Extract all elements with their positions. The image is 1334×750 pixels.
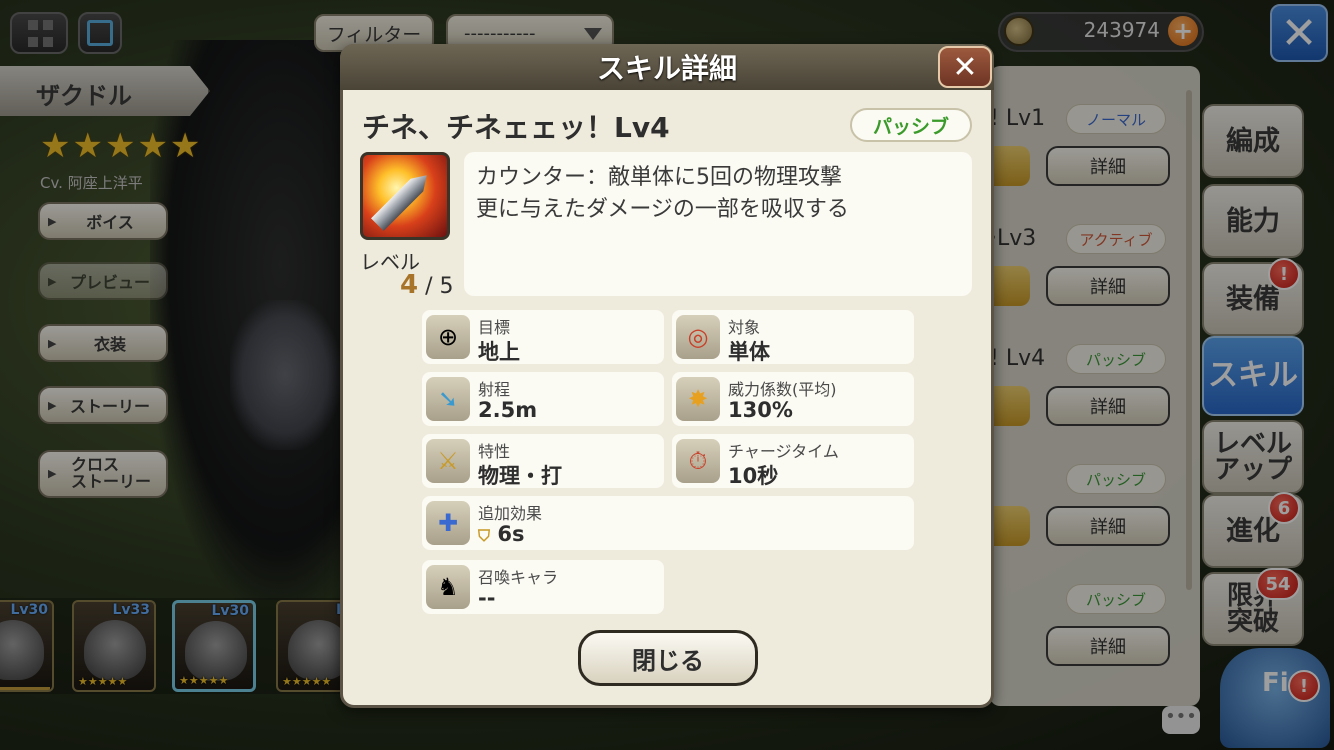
stat-scope: ◎ 対象 単体 — [672, 310, 914, 364]
impact-burst-icon: ✸ — [676, 377, 720, 421]
stat-power: ✸ 威力係数(平均) 130% — [672, 372, 914, 426]
stat-summon: ♞ 召喚キャラ -- — [422, 560, 664, 614]
skill-level-current: 4 — [400, 270, 419, 300]
stat-value: -- — [478, 586, 496, 610]
modal-title: スキル詳細 — [340, 44, 994, 90]
stat-value: 2.5m — [478, 398, 538, 422]
sword-plus-icon: ✚ — [426, 501, 470, 545]
stat-label: 追加効果 — [478, 504, 543, 523]
skill-description: カウンター：敵単体に5回の物理攻撃 更に与えたダメージの一部を吸収する — [464, 152, 972, 296]
close-button[interactable]: 閉じる — [578, 630, 758, 686]
stat-value-text: 6s — [497, 522, 525, 546]
stat-value: ⛉ 6s — [478, 522, 524, 546]
stat-value: 地上 — [478, 340, 520, 364]
crosshair-icon: ⊕ — [426, 315, 470, 359]
stat-label: 威力係数(平均) — [728, 380, 837, 399]
stat-value: 10秒 — [728, 464, 779, 488]
stat-label: 対象 — [728, 318, 761, 337]
stat-value: 単体 — [728, 340, 770, 364]
stat-label: 特性 — [478, 442, 511, 461]
skill-name: チネ、チネェェッ！Lv4 — [362, 111, 670, 144]
summon-creature-icon: ♞ — [426, 565, 470, 609]
skill-level-max: / 5 — [418, 274, 454, 299]
skill-level-value: 4 / 5 — [400, 270, 454, 300]
range-arrow-icon: ➘ — [426, 377, 470, 421]
shield-buff-icon: ⛉ — [478, 526, 491, 545]
stat-value: 物理・打 — [478, 464, 562, 488]
stat-label: 召喚キャラ — [478, 568, 559, 587]
stat-target: ⊕ 目標 地上 — [422, 310, 664, 364]
stat-extra-effect: ✚ 追加効果 ⛉ 6s — [422, 496, 914, 550]
modal-close-icon-button[interactable]: ✕ — [938, 46, 992, 88]
stat-label: 射程 — [478, 380, 511, 399]
blade-icon — [371, 169, 433, 231]
stat-label: 目標 — [478, 318, 511, 337]
target-ring-icon: ◎ — [676, 315, 720, 359]
stat-trait: ⚔ 特性 物理・打 — [422, 434, 664, 488]
clock-up-icon: ⏱ — [676, 439, 720, 483]
stat-charge-time: ⏱ チャージタイム 10秒 — [672, 434, 914, 488]
skill-type-badge: パッシブ — [850, 108, 972, 142]
stat-label: チャージタイム — [728, 442, 839, 461]
stat-range: ➘ 射程 2.5m — [422, 372, 664, 426]
sword-icon: ⚔ — [426, 439, 470, 483]
sword-skill-icon — [360, 152, 450, 240]
stat-value: 130% — [728, 398, 793, 422]
